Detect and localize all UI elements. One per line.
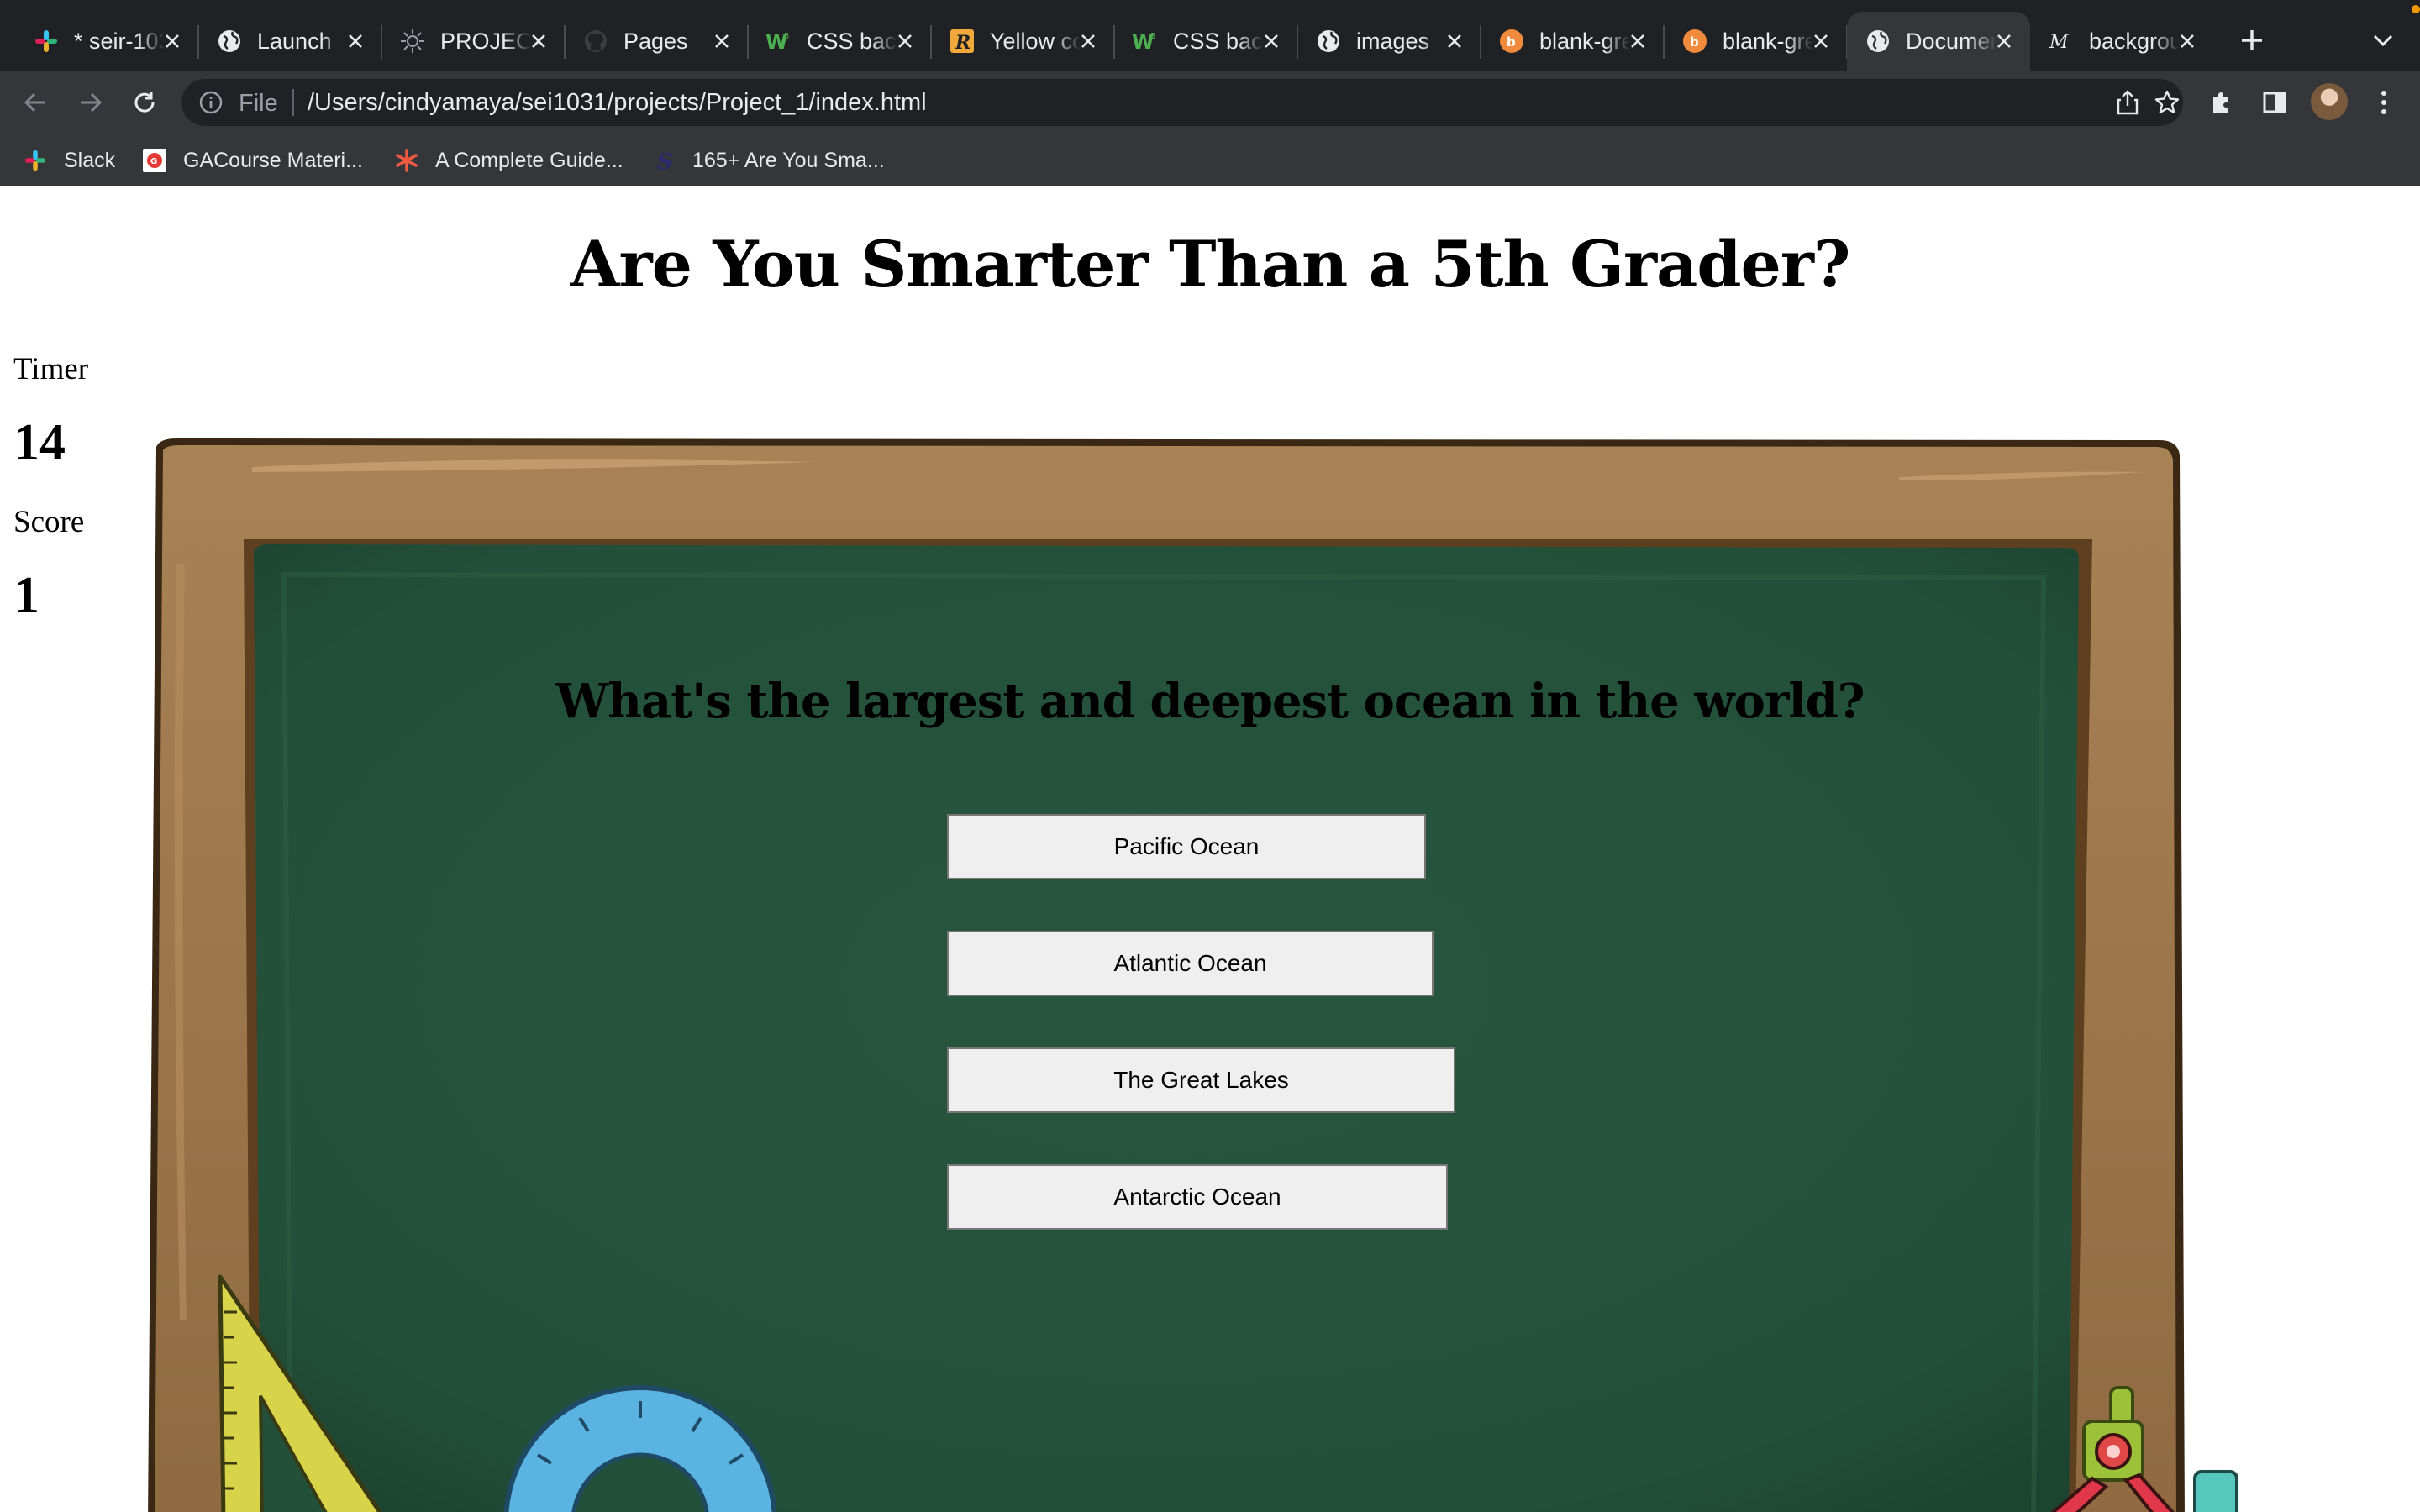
tab-search-button[interactable] <box>2368 25 2398 55</box>
slack-icon <box>22 147 49 174</box>
extensions-puzzle-icon[interactable] <box>2202 82 2242 123</box>
slack-icon <box>32 27 60 55</box>
close-tab-icon[interactable] <box>891 27 919 55</box>
close-tab-icon[interactable] <box>1440 27 1469 55</box>
w3schools-icon: W3 <box>1131 27 1160 55</box>
sun-icon <box>398 27 427 55</box>
browser-toolbar: File /Users/cindyamaya/sei1031/projects/… <box>0 71 2420 134</box>
svg-text:b: b <box>1507 34 1516 50</box>
bookmark-item[interactable]: S 165+ Are You Sma... <box>650 144 885 176</box>
profile-avatar[interactable] <box>2311 83 2348 120</box>
close-tab-icon[interactable] <box>708 27 736 55</box>
new-tab-button[interactable] <box>2235 24 2269 57</box>
info-icon[interactable] <box>197 88 225 117</box>
address-scheme: File <box>239 90 278 117</box>
brand-icon: b <box>1681 27 1709 55</box>
bookmark-star-icon[interactable] <box>2152 87 2182 118</box>
m-letter-icon: M <box>2047 27 2075 55</box>
question-text: What's the largest and deepest ocean in … <box>555 674 1865 729</box>
side-panel-icon[interactable] <box>2254 82 2295 123</box>
svg-text:G: G <box>150 157 157 166</box>
svg-text:M: M <box>2049 32 2069 53</box>
close-tab-icon[interactable] <box>341 27 370 55</box>
close-tab-icon[interactable] <box>1623 27 1652 55</box>
arrow-right-icon <box>81 92 103 113</box>
browser-tab-active[interactable]: Document <box>1847 12 2030 71</box>
s-letter-icon: S <box>650 147 677 174</box>
ga-icon: G <box>141 147 168 174</box>
back-button[interactable] <box>15 82 55 123</box>
github-icon <box>581 27 610 55</box>
timer-label: Timer <box>13 352 89 386</box>
globe-icon <box>215 27 244 55</box>
browser-tab[interactable]: R Yellow color <box>931 12 1115 71</box>
browser-tab[interactable]: images <box>1297 12 1481 71</box>
answer-button[interactable]: Antarctic Ocean <box>947 1164 1448 1230</box>
browser-tab[interactable]: b blank-green <box>1664 12 1848 71</box>
answer-button[interactable]: Atlantic Ocean <box>947 931 1434 996</box>
close-tab-icon[interactable] <box>1074 27 1102 55</box>
browser-tab[interactable]: Launch <box>198 12 382 71</box>
recording-indicator <box>2412 5 2420 13</box>
globe-icon <box>1314 27 1343 55</box>
share-icon[interactable] <box>2112 87 2143 118</box>
browser-tab[interactable]: Pages <box>565 12 749 71</box>
svg-text:S: S <box>657 150 673 173</box>
browser-tab[interactable]: b blank-green <box>1481 12 1665 71</box>
asterisk-icon <box>393 147 420 174</box>
browser-tab[interactable]: * seir-1031 <box>15 12 199 71</box>
reload-icon <box>134 92 155 113</box>
answer-button[interactable]: The Great Lakes <box>947 1047 1455 1113</box>
close-tab-icon[interactable] <box>1807 27 1835 55</box>
globe-icon <box>1864 27 1892 55</box>
close-tab-icon[interactable] <box>1990 27 2018 55</box>
bookmarks-bar: Slack G GACourse Materi... A Complete Gu… <box>0 134 2420 186</box>
chevron-down-icon <box>2373 34 2393 47</box>
browser-tab[interactable]: W3 CSS background <box>748 12 932 71</box>
svg-text:3: 3 <box>784 32 789 41</box>
bookmark-item[interactable]: Slack <box>22 144 115 176</box>
svg-text:b: b <box>1690 34 1699 50</box>
close-tab-icon[interactable] <box>1257 27 1286 55</box>
kebab-menu-icon[interactable] <box>2364 82 2404 123</box>
address-bar[interactable]: File /Users/cindyamaya/sei1031/projects/… <box>182 79 2183 126</box>
page-title: Are You Smarter Than a 5th Grader? <box>570 227 1851 302</box>
browser-tab[interactable]: M background <box>2030 12 2213 71</box>
close-tab-icon[interactable] <box>158 27 187 55</box>
page-viewport: Are You Smarter Than a 5th Grader? Timer… <box>0 186 2420 1512</box>
bookmark-item[interactable]: A Complete Guide... <box>393 144 623 176</box>
answer-button[interactable]: Pacific Ocean <box>947 814 1426 879</box>
chalkboard-illustration <box>148 438 2238 1512</box>
plus-icon <box>2242 30 2262 50</box>
brand-icon: b <box>1497 27 1526 55</box>
close-tab-icon[interactable] <box>524 27 553 55</box>
close-tab-icon[interactable] <box>2173 27 2202 55</box>
r-letter-icon: R <box>948 27 976 55</box>
reload-button[interactable] <box>124 82 165 123</box>
browser-tab-strip: * seir-1031 Launch PROJECT Pages W3 CSS … <box>0 0 2420 71</box>
address-divider <box>292 89 294 116</box>
browser-tab[interactable]: W3 CSS background <box>1114 12 1298 71</box>
score-value: 1 <box>13 567 39 624</box>
forward-button[interactable] <box>71 82 111 123</box>
timer-value: 14 <box>13 414 66 471</box>
arrow-left-icon <box>24 92 45 113</box>
svg-text:3: 3 <box>1150 32 1155 41</box>
score-label: Score <box>13 505 85 539</box>
address-url[interactable]: /Users/cindyamaya/sei1031/projects/Proje… <box>308 89 927 117</box>
w3schools-icon: W3 <box>765 27 793 55</box>
bookmark-item[interactable]: G GACourse Materi... <box>141 144 363 176</box>
browser-tab[interactable]: PROJECT <box>381 12 566 71</box>
svg-text:R: R <box>955 32 971 54</box>
